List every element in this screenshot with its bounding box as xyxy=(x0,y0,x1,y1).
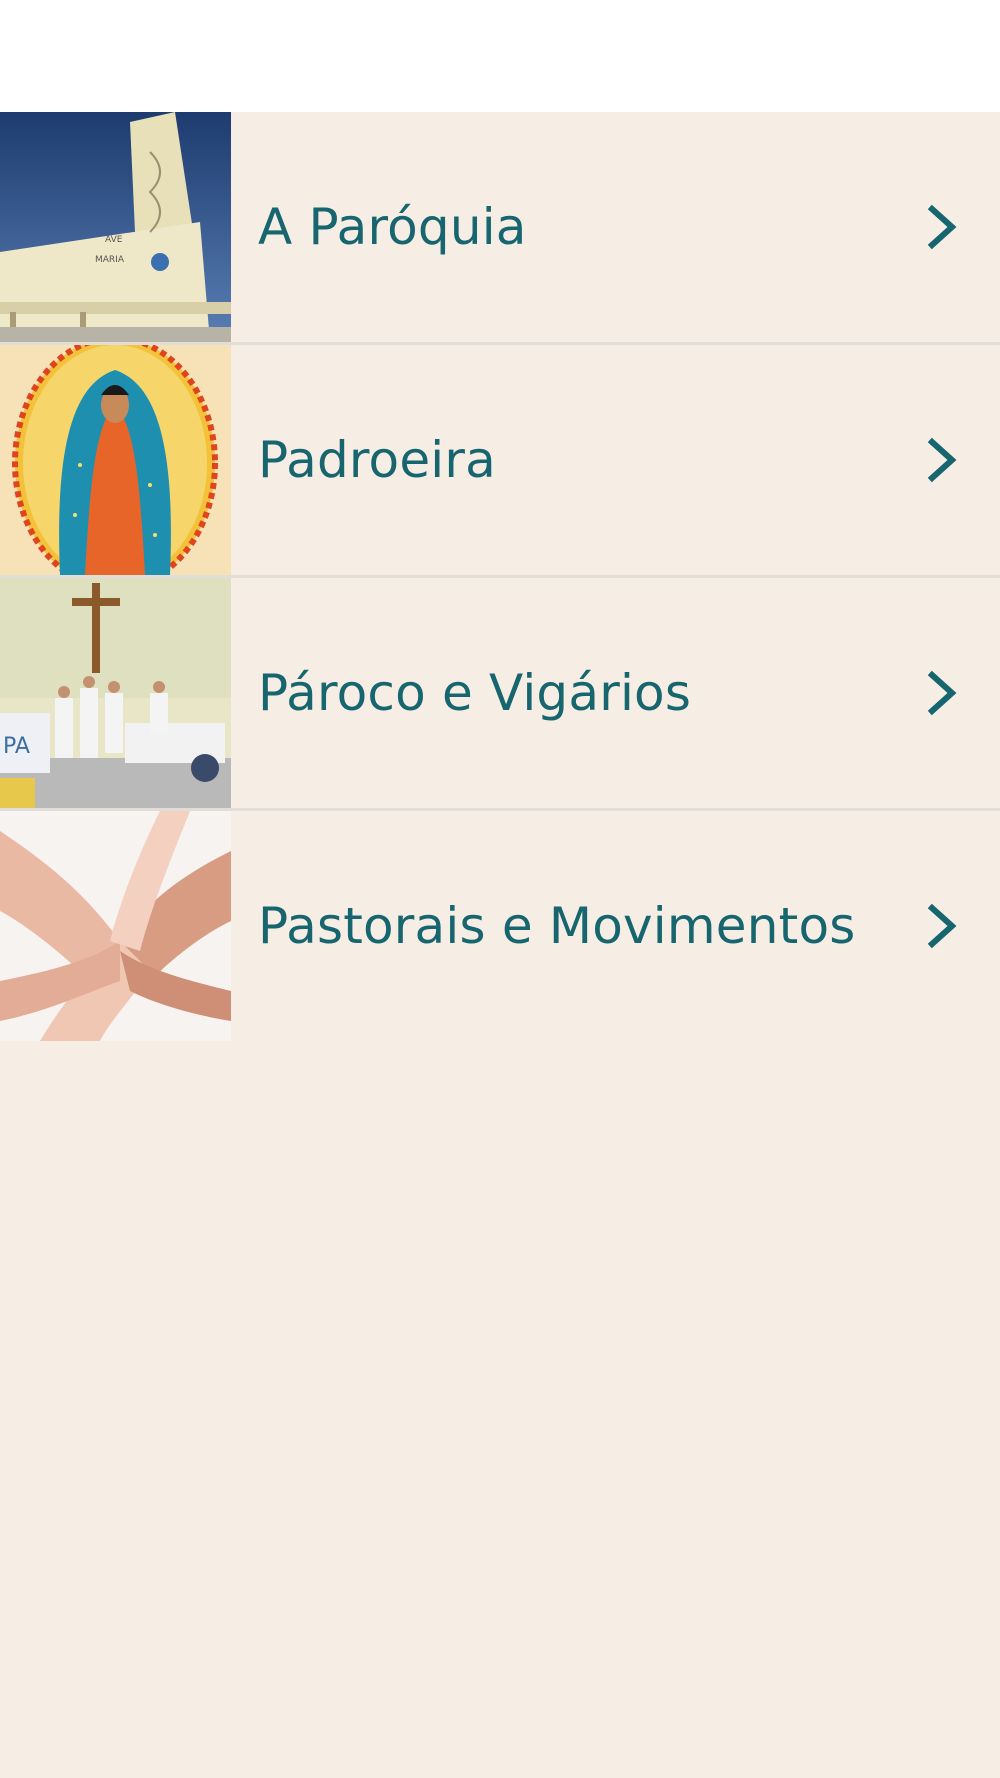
chevron-right-icon xyxy=(922,436,962,484)
menu-item-padroeira[interactable]: Padroeira xyxy=(0,342,1000,575)
menu-item-pastorais-e-movimentos[interactable]: Pastorais e Movimentos xyxy=(0,808,1000,1041)
menu-item-label: Pastorais e Movimentos xyxy=(258,897,856,955)
menu-item-paroco-e-vigarios[interactable]: PA Pároco e Vigários xyxy=(0,575,1000,808)
church-building-thumbnail: AVE MARIA xyxy=(0,112,231,342)
stacked-hands-thumbnail xyxy=(0,811,231,1041)
our-lady-thumbnail xyxy=(0,345,231,575)
svg-text:MARIA: MARIA xyxy=(95,255,125,265)
chevron-right-icon xyxy=(922,203,962,251)
menu-item-label: Padroeira xyxy=(258,431,496,489)
menu-list: AVE MARIA A Paróquia Padroeira PA Pároco… xyxy=(0,112,1000,1041)
menu-item-label: Pároco e Vigários xyxy=(258,664,692,722)
priests-thumbnail: PA xyxy=(0,578,231,808)
svg-text:PA: PA xyxy=(3,734,30,759)
chevron-right-icon xyxy=(922,902,962,950)
top-bar xyxy=(0,0,1000,112)
menu-item-label: A Paróquia xyxy=(258,198,527,256)
main-content: AVE MARIA A Paróquia Padroeira PA Pároco… xyxy=(0,112,1000,1778)
chevron-right-icon xyxy=(922,669,962,717)
menu-item-a-paroquia[interactable]: AVE MARIA A Paróquia xyxy=(0,112,1000,342)
svg-text:AVE: AVE xyxy=(105,235,123,245)
